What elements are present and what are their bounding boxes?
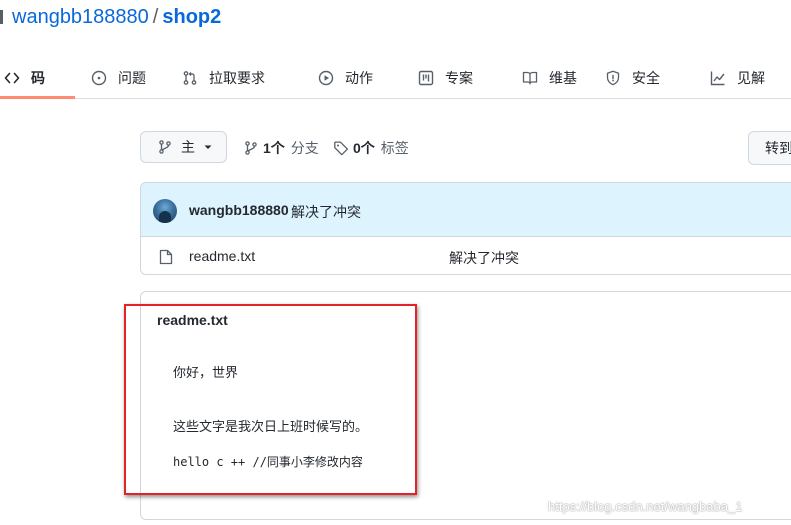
annotation-highlight-box [124,304,417,495]
tab-projects[interactable]: 专案 [418,56,473,99]
branch-icon [159,140,171,154]
repo-separator: / [152,5,159,28]
file-last-commit-link[interactable]: 解决了冲突 [449,248,519,268]
watermark: https://blog.csdn.net/wangbaba_1 [548,499,743,514]
go-to-file-button[interactable]: 转到 [748,131,791,165]
graph-icon [710,71,725,85]
tag-count-label: 标签 [380,140,409,156]
repo-name-link[interactable]: shop2 [162,6,221,29]
branch-count-label: 分支 [290,140,319,156]
repo-tabs: 码 问题 拉取要求 动作 专案 维基 安全 见解 [0,56,791,99]
branch-icon [245,141,257,155]
book-icon [522,71,538,84]
tag-count: 0个 [353,140,375,156]
repo-icon [0,10,3,24]
tab-pull-requests[interactable]: 拉取要求 [182,56,265,99]
issue-icon [91,70,107,85]
selected-tab-indicator [0,96,75,99]
tags-link[interactable]: 0个 标签 [333,138,409,158]
file-list: wangbb188880 解决了冲突 readme.txt 解决了冲突 [140,182,791,275]
file-name-link[interactable]: readme.txt [189,248,255,264]
tab-insights[interactable]: 见解 [710,56,765,99]
play-icon [318,70,334,85]
tab-actions[interactable]: 动作 [318,56,373,99]
file-icon [159,249,173,265]
tab-code-label: 码 [31,69,45,86]
chevron-down-icon [204,145,212,149]
table-row[interactable]: readme.txt 解决了冲突 [141,237,791,274]
latest-commit-bar: wangbb188880 解决了冲突 [141,183,791,237]
commit-author[interactable]: wangbb188880 [189,202,289,218]
tab-actions-label: 动作 [345,69,373,86]
branches-link[interactable]: 1个 分支 [243,138,319,158]
tab-insights-label: 见解 [737,69,765,86]
go-to-file-label: 转到 [765,140,791,156]
repo-owner-link[interactable]: wangbb188880 [12,6,149,29]
tag-icon [334,141,349,156]
tab-pull-requests-label: 拉取要求 [209,69,265,86]
branch-name: 主 [181,139,195,155]
branch-select-button[interactable]: 主 [140,131,227,163]
project-icon [418,70,434,85]
tab-security-label: 安全 [632,69,660,86]
code-icon [4,72,20,83]
branch-count: 1个 [263,140,285,156]
tab-wiki[interactable]: 维基 [522,56,577,99]
tab-code[interactable]: 码 [4,56,45,99]
pull-request-icon [183,70,197,85]
shield-icon [606,70,620,85]
avatar[interactable] [153,199,177,223]
commit-message[interactable]: 解决了冲突 [291,202,361,222]
tab-wiki-label: 维基 [549,69,577,86]
tab-issues-label: 问题 [118,69,146,86]
repo-title: wangbb188880 / shop2 [0,4,221,30]
tab-security[interactable]: 安全 [605,56,660,99]
repo-header: wangbb188880 / shop2 码 问题 拉取要求 动作 专案 维基 [0,0,791,99]
tab-issues[interactable]: 问题 [91,56,146,99]
tab-projects-label: 专案 [445,69,473,86]
